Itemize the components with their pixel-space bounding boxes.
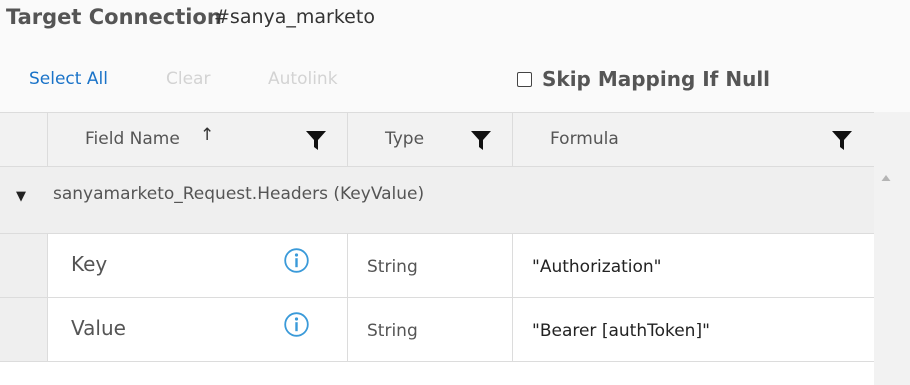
row-gutter — [0, 298, 47, 361]
info-icon[interactable] — [284, 312, 309, 337]
table-row[interactable]: Key String "Authorization" — [0, 234, 874, 298]
column-field-name[interactable]: Field Name ↑ — [47, 113, 347, 166]
info-icon[interactable] — [284, 248, 309, 273]
formula-text: "Authorization" — [532, 257, 662, 277]
field-cell[interactable]: Value — [47, 298, 347, 361]
table-row[interactable]: Value String "Bearer [authToken]" — [0, 298, 874, 362]
autolink-button[interactable]: Autolink — [268, 69, 338, 89]
clear-button[interactable]: Clear — [166, 69, 210, 89]
title-bar: Target Connection #sanya_marketo Select … — [0, 0, 910, 112]
type-cell: String — [347, 298, 512, 361]
type-cell: String — [347, 234, 512, 297]
filter-formula-icon[interactable] — [832, 131, 852, 150]
group-label: sanyamarketo_Request.Headers (KeyValue) — [53, 184, 425, 204]
skip-mapping-checkbox[interactable] — [517, 71, 532, 87]
vertical-scrollbar[interactable] — [874, 112, 910, 385]
column-type-label: Type — [385, 129, 425, 149]
field-name-text: Key — [71, 252, 108, 276]
formula-text: "Bearer [authToken]" — [532, 321, 710, 341]
formula-cell[interactable]: "Authorization" — [512, 234, 874, 297]
skip-mapping-label: Skip Mapping If Null — [542, 67, 771, 91]
column-type[interactable]: Type — [347, 113, 512, 166]
group-row[interactable]: ▼ sanyamarketo_Request.Headers (KeyValue… — [0, 167, 874, 234]
collapse-caret-icon[interactable]: ▼ — [16, 189, 26, 204]
connection-name: #sanya_marketo — [214, 6, 375, 28]
table-header: Field Name ↑ Type Formula — [0, 112, 874, 167]
column-formula-label: Formula — [550, 129, 619, 149]
scroll-up-icon[interactable] — [881, 173, 891, 183]
page-title: Target Connection — [6, 5, 222, 29]
filter-type-icon[interactable] — [471, 131, 491, 150]
filter-field-name-icon[interactable] — [306, 131, 326, 150]
field-cell[interactable]: Key — [47, 234, 347, 297]
select-all-button[interactable]: Select All — [29, 69, 108, 89]
skip-mapping-option[interactable]: Skip Mapping If Null — [517, 67, 770, 91]
formula-cell[interactable]: "Bearer [authToken]" — [512, 298, 874, 361]
type-text: String — [367, 257, 418, 277]
sort-arrow-up-icon[interactable]: ↑ — [200, 125, 214, 145]
column-formula[interactable]: Formula — [512, 113, 874, 166]
type-text: String — [367, 321, 418, 341]
field-name-text: Value — [71, 316, 126, 340]
column-field-name-label: Field Name — [85, 129, 180, 149]
row-gutter — [0, 234, 47, 297]
